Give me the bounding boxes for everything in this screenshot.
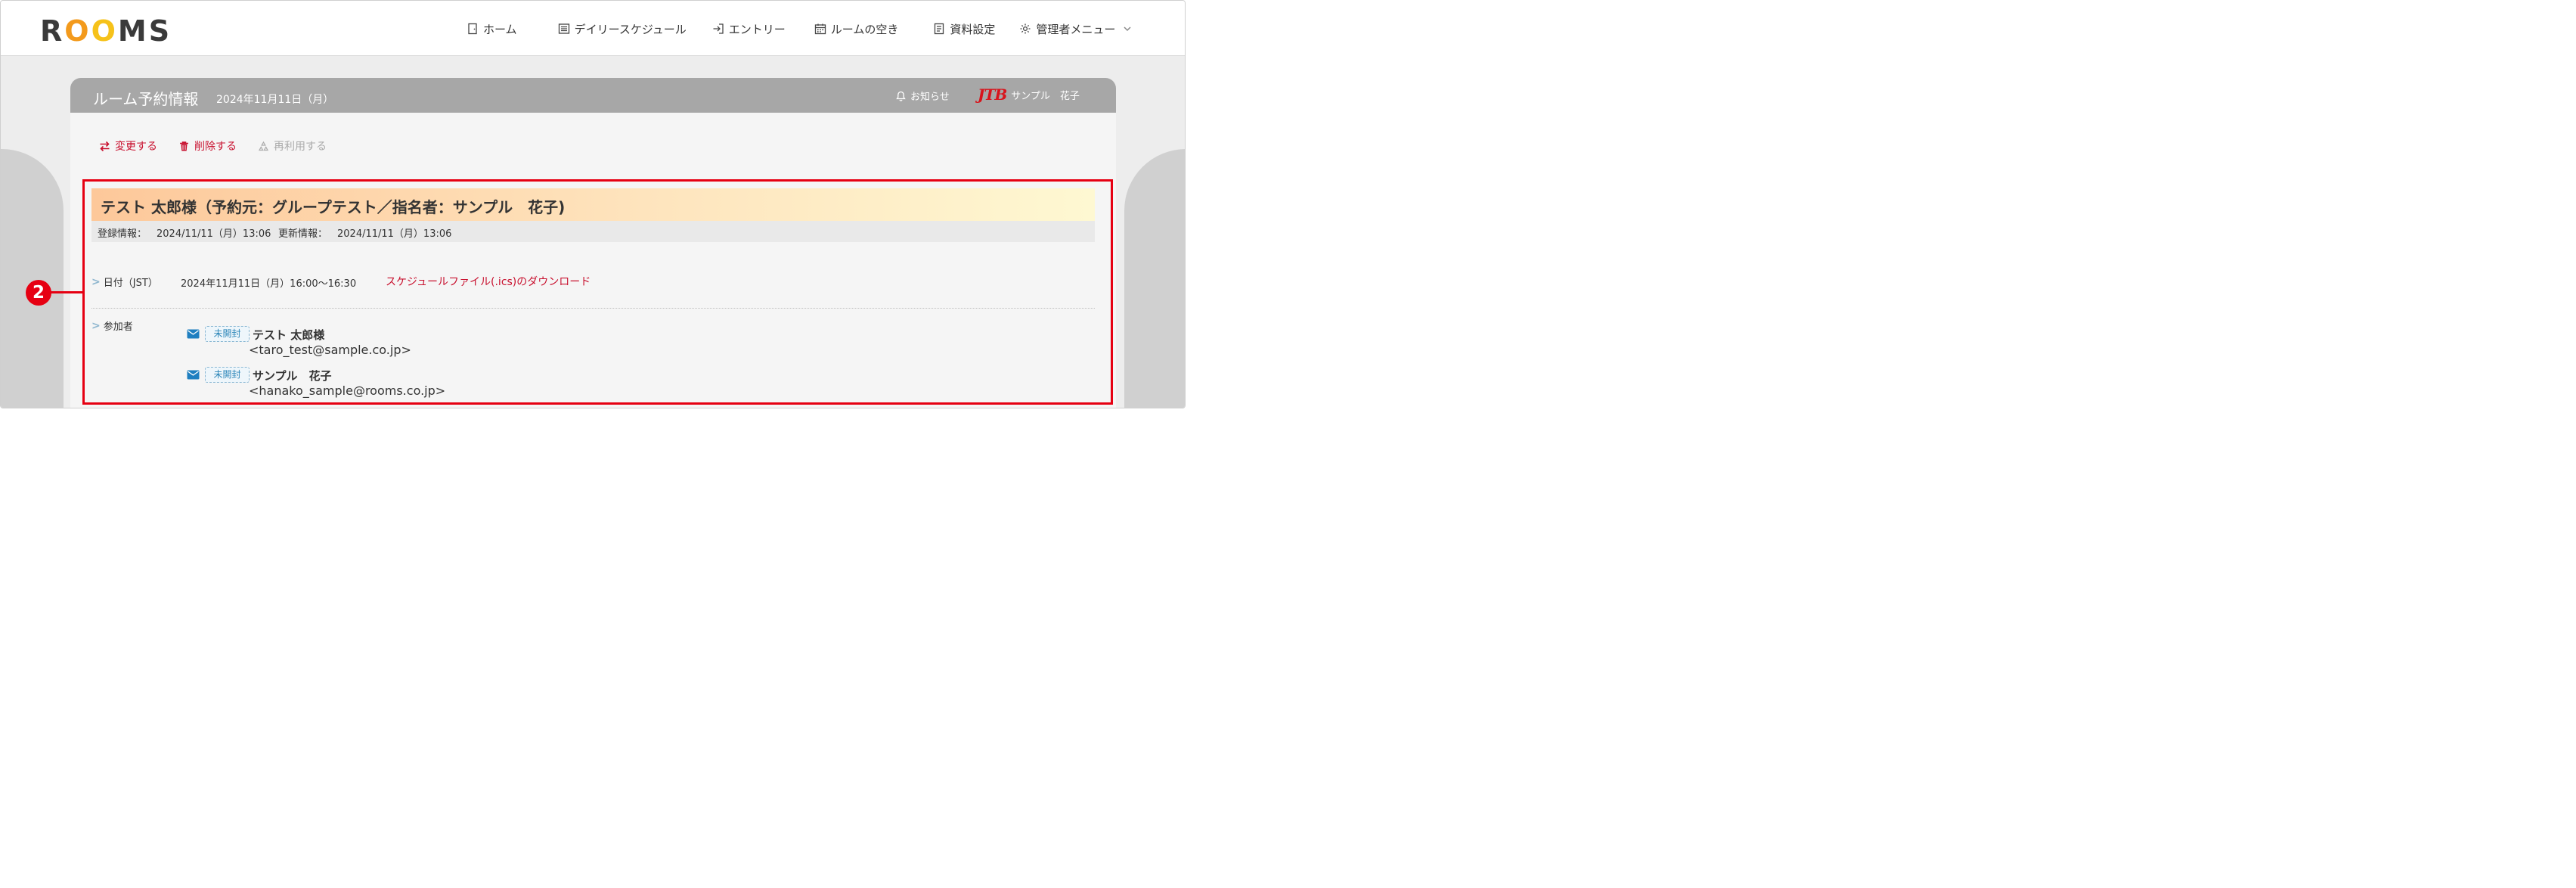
registered-label: 登録情報：	[98, 228, 147, 240]
page-title: ルーム予約情報	[93, 90, 199, 108]
nav-entry-label: エントリー	[728, 22, 786, 36]
nav-entry[interactable]: エントリー	[712, 21, 786, 37]
reuse-button[interactable]: 再利用する	[258, 138, 327, 154]
logo-letter: O	[64, 14, 90, 48]
logo-letter: M	[117, 14, 147, 48]
chevron-down-icon	[1124, 26, 1131, 32]
updated-value: 2024/11/11（月）13:06	[337, 228, 452, 240]
swap-arrows-icon	[100, 141, 110, 151]
rooms-logo[interactable]: R O O M S	[40, 17, 170, 45]
top-navigation-bar: R O O M S ホーム デイリースケジュール エントリー ルームの空き 資料…	[1, 1, 1185, 56]
nav-admin-menu-label: 管理者メニュー	[1036, 22, 1116, 36]
list-icon	[558, 23, 569, 34]
reservation-title-bar: テスト 太郎様（予約元：グループテスト／指名者：サンプル 花子)	[91, 188, 1095, 221]
chevron-right-icon: >	[91, 275, 101, 288]
participants-label: 参加者	[103, 321, 133, 333]
decorative-arch-left	[1, 149, 64, 408]
nav-document-settings[interactable]: 資料設定	[933, 21, 995, 37]
participants-row-label: > 参加者	[91, 318, 133, 334]
notice-link[interactable]: お知らせ	[896, 88, 950, 103]
reuse-label: 再利用する	[274, 141, 327, 153]
status-badge: 未開封	[205, 326, 250, 342]
participant-item: 未開封 テスト 太郎様 <taro_test@sample.co.jp>	[187, 326, 565, 361]
nav-room-availability-label: ルームの空き	[830, 22, 899, 36]
bell-icon	[896, 91, 906, 101]
reservation-title: テスト 太郎様（予約元：グループテスト／指名者：サンプル 花子)	[101, 198, 566, 216]
registered-value: 2024/11/11（月）13:06	[157, 228, 271, 240]
gear-icon	[1020, 23, 1031, 34]
door-icon	[468, 23, 477, 35]
nav-daily-schedule-label: デイリースケジュール	[574, 22, 687, 36]
notice-label: お知らせ	[910, 92, 950, 103]
panel-header: ルーム予約情報 2024年11月11日（月） お知らせ JTB サンプル 花子	[70, 78, 1116, 113]
sign-in-icon	[713, 23, 724, 34]
participant-email: <taro_test@sample.co.jp>	[249, 343, 411, 357]
annotation-number-badge: 2	[26, 280, 51, 306]
nav-admin-menu[interactable]: 管理者メニュー	[1019, 21, 1132, 37]
annotation-connector	[49, 291, 83, 293]
section-divider	[91, 308, 1095, 309]
user-menu[interactable]: JTB サンプル 花子	[978, 87, 1080, 102]
ics-download-link[interactable]: スケジュールファイル(.ics)のダウンロード	[386, 274, 591, 289]
updated-label: 更新情報：	[278, 228, 328, 240]
action-bar: 変更する 削除する 再利用する	[99, 138, 327, 154]
reservation-card: テスト 太郎様（予約元：グループテスト／指名者：サンプル 花子) 登録情報： 2…	[91, 188, 1095, 408]
chevron-right-icon: >	[91, 319, 101, 332]
nav-document-settings-label: 資料設定	[950, 22, 996, 36]
envelope-icon	[187, 329, 200, 339]
reservation-meta: 登録情報： 2024/11/11（月）13:06 更新情報： 2024/11/1…	[91, 221, 1095, 242]
user-name: サンプル 花子	[1011, 90, 1080, 102]
nav-daily-schedule[interactable]: デイリースケジュール	[558, 21, 687, 37]
app-window: R O O M S ホーム デイリースケジュール エントリー ルームの空き 資料…	[0, 0, 1186, 408]
date-row-label: > 日付（JST）	[91, 275, 158, 290]
nav-home[interactable]: ホーム	[467, 21, 517, 37]
nav-room-availability[interactable]: ルームの空き	[814, 21, 899, 37]
delete-button[interactable]: 削除する	[178, 138, 237, 154]
nav-home-label: ホーム	[483, 22, 517, 36]
reservation-panel: ルーム予約情報 2024年11月11日（月） お知らせ JTB サンプル 花子 …	[70, 78, 1116, 408]
participant-name: テスト 太郎様	[253, 328, 325, 342]
participant-item: 未開封 サンプル 花子 <hanako_sample@rooms.co.jp>	[187, 367, 565, 402]
participant-name: サンプル 花子	[253, 369, 332, 383]
main-nav: ホーム デイリースケジュール エントリー ルームの空き 資料設定 管理者メニュー	[467, 19, 1132, 39]
participant-email: <hanako_sample@rooms.co.jp>	[249, 383, 446, 398]
logo-letter: S	[148, 14, 171, 48]
date-label: 日付（JST）	[103, 278, 158, 289]
company-logo: JTB	[978, 85, 1007, 104]
page-date: 2024年11月11日（月）	[216, 94, 334, 106]
change-button[interactable]: 変更する	[99, 138, 157, 154]
trash-icon	[180, 141, 188, 151]
status-badge: 未開封	[205, 367, 250, 383]
date-value: 2024年11月11日（月）16:00〜16:30	[181, 278, 357, 290]
calendar-icon	[814, 23, 826, 35]
decorative-arch-right	[1124, 149, 1185, 408]
logo-letter: R	[40, 14, 64, 48]
document-icon	[935, 23, 944, 35]
delete-label: 削除する	[194, 141, 237, 153]
recycle-icon	[258, 141, 269, 151]
change-label: 変更する	[115, 141, 157, 153]
envelope-icon	[187, 370, 200, 380]
logo-letter: O	[91, 14, 116, 48]
